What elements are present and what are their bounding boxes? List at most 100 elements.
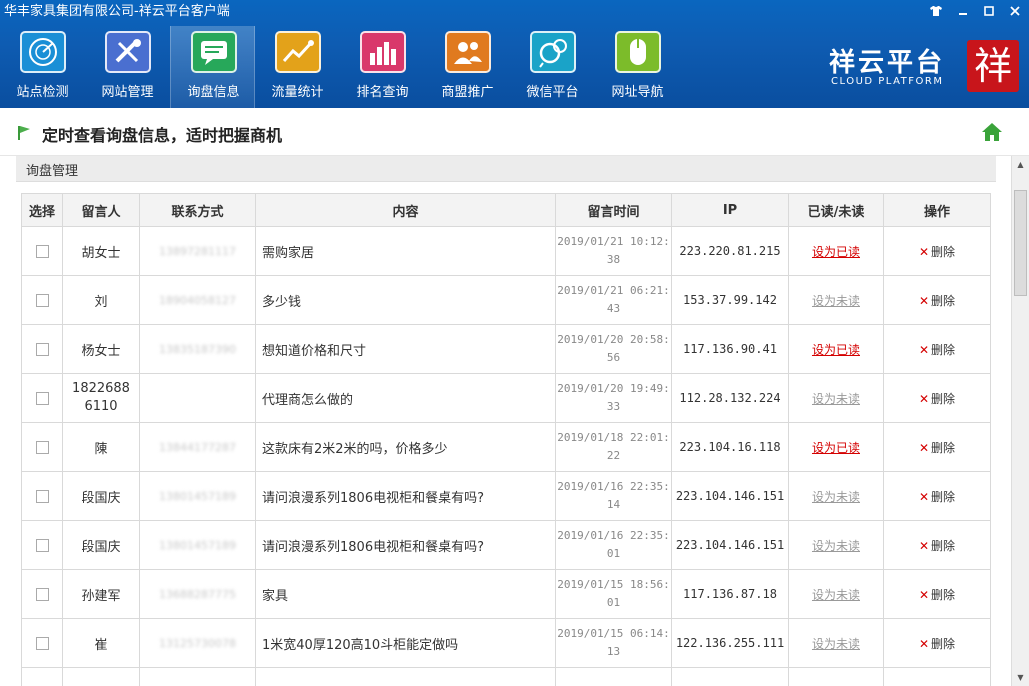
sender-name: 18226886110 [62,373,140,423]
delete-button[interactable]: ✕ 删除 [919,588,955,602]
mark-read-link[interactable]: 设为已读 [812,343,860,357]
nav-item-wechat[interactable]: 微信平台 [510,26,595,108]
scroll-thumb[interactable] [1014,190,1027,296]
ip-address [671,667,789,686]
action-cell: ✕ 删除 [883,422,991,472]
mark-unread-link[interactable]: 设为未读 [812,637,860,651]
delete-label: 删除 [931,244,956,259]
row-checkbox[interactable] [35,244,49,258]
select-cell [21,520,63,570]
table-row: 崔 13125730078 1米宽40厚120高10斗柜能定做吗 2019/01/15… [21,618,991,668]
table-row: 18226886110 代理商怎么做的 2019/01/20 19:49: 33 112… [21,373,991,423]
skin-icon[interactable] [925,2,947,20]
row-checkbox[interactable] [35,587,49,601]
delete-x-icon: ✕ [918,489,930,504]
nav-item-trend[interactable]: 流量统计 [255,26,340,108]
time-line-1: 2019/01/21 10:12: [557,235,670,248]
row-checkbox[interactable] [35,440,49,454]
column-header: 留言时间 [555,193,672,227]
column-header: 操作 [883,193,991,227]
row-checkbox[interactable] [35,293,49,307]
page-title: 定时查看询盘信息，适时把握商机 [42,126,283,145]
delete-button[interactable]: ✕ 删除 [919,637,955,651]
mark-read-link[interactable]: 设为已读 [812,441,860,455]
nav-item-tools[interactable]: 网站管理 [85,26,170,108]
section-header: 询盘管理 [16,156,996,182]
ip-address: 223.104.146.151 [671,471,789,521]
nav-item-mouse[interactable]: 网址导航 [595,26,680,108]
close-icon[interactable] [1004,2,1026,20]
delete-button[interactable]: ✕ 删除 [919,392,955,406]
delete-label: 删除 [931,587,956,602]
message-content: 家具 [255,569,556,619]
ip-address: 153.37.99.142 [671,275,789,325]
mark-unread-link[interactable]: 设为未读 [812,392,860,406]
sender-name: 刘 [62,275,140,325]
select-cell [21,422,63,472]
mark-unread-link[interactable]: 设为未读 [812,294,860,308]
ip-address: 117.136.90.41 [671,324,789,374]
time-line-1: 2019/01/20 20:58: [557,333,670,346]
row-checkbox[interactable] [35,391,49,405]
window-title: 华丰家具集团有限公司-祥云平台客户端 [4,4,230,19]
ip-address: 112.28.132.224 [671,373,789,423]
row-checkbox[interactable] [35,636,49,650]
mark-read-link[interactable]: 设为已读 [812,245,860,259]
minimize-icon[interactable] [952,2,974,20]
bars-icon [360,31,406,73]
time-line-2: 38 [606,253,621,266]
row-checkbox[interactable] [35,342,49,356]
read-status-cell: 设为未读 [788,275,884,325]
sender-name: 段国庆 [62,520,140,570]
home-icon[interactable] [981,122,1003,142]
contact-cell: 13897281117 [139,226,256,276]
mark-unread-link[interactable]: 设为未读 [812,539,860,553]
time-line-2: 43 [606,302,621,315]
inquiry-table: 选择 留言人 联系方式 内容 留言时间 IP 已读/未读 操作 胡女士 13897281117 需… [21,193,991,686]
column-header: IP [671,193,789,227]
nav-label: 商盟推广 [441,85,494,100]
trend-icon [275,31,321,73]
message-time: 2019/01/21 06:21: 43 [555,275,672,325]
read-status-cell: 设为未读 [788,618,884,668]
nav-item-bars[interactable]: 排名查询 [340,26,425,108]
column-header: 内容 [255,193,556,227]
table-row: 2019/01/13 11:14: [21,667,991,686]
ip-address: 117.136.87.18 [671,569,789,619]
time-line-2: 01 [606,596,621,609]
delete-button[interactable]: ✕ 删除 [919,245,955,259]
nav-label: 询盘信息 [187,85,240,100]
nav-label: 流量统计 [271,85,324,100]
message-time: 2019/01/16 22:35: 01 [555,520,672,570]
message-content: 需购家居 [255,226,556,276]
column-header: 联系方式 [139,193,256,227]
section-title: 询盘管理 [26,164,79,179]
vertical-scrollbar[interactable]: ▲ ▼ [1011,156,1029,686]
row-checkbox[interactable] [35,538,49,552]
read-status-cell: 设为未读 [788,373,884,423]
nav-item-people[interactable]: 商盟推广 [425,26,510,108]
delete-button[interactable]: ✕ 删除 [919,294,955,308]
mark-unread-link[interactable]: 设为未读 [812,490,860,504]
delete-x-icon: ✕ [918,538,930,553]
column-header: 留言人 [62,193,140,227]
maximize-icon[interactable] [978,2,1000,20]
nav-item-radar[interactable]: 站点检测 [0,26,85,108]
table-row: 陳 13844177287 这款床有2米2米的吗，价格多少 2019/01/18 22… [21,422,991,472]
delete-label: 删除 [931,636,956,651]
nav-item-chat[interactable]: 询盘信息 [170,26,255,108]
scroll-down-icon[interactable]: ▼ [1012,669,1029,686]
message-time: 2019/01/20 20:58: 56 [555,324,672,374]
delete-button[interactable]: ✕ 删除 [919,539,955,553]
delete-button[interactable]: ✕ 删除 [919,441,955,455]
sender-name: 陳 [62,422,140,472]
mark-unread-link[interactable]: 设为未读 [812,588,860,602]
delete-button[interactable]: ✕ 删除 [919,490,955,504]
table-row: 段国庆 13801457189 请问浪漫系列1806电视柜和餐桌有吗? 2019/01… [21,471,991,521]
time-line-2: 33 [606,400,621,413]
delete-x-icon: ✕ [918,587,930,602]
delete-button[interactable]: ✕ 删除 [919,343,955,357]
select-cell [21,667,63,686]
row-checkbox[interactable] [35,489,49,503]
scroll-up-icon[interactable]: ▲ [1012,156,1029,173]
